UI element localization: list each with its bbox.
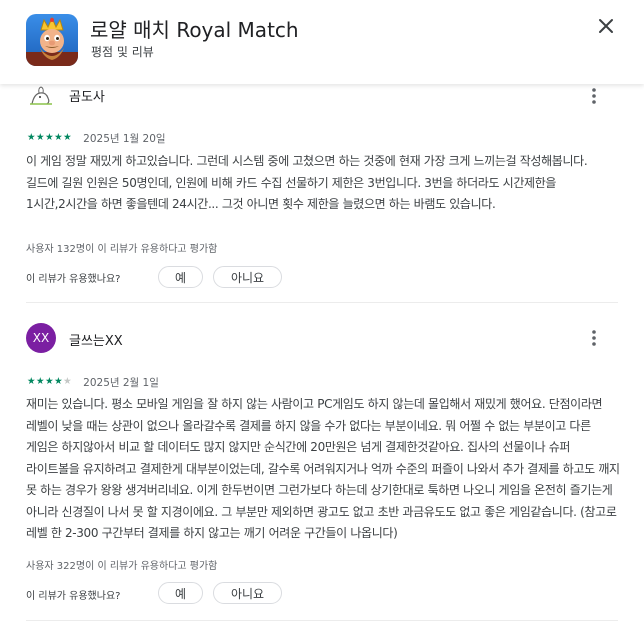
helpful-question: 이 리뷰가 유용했나요? xyxy=(26,274,121,285)
close-button[interactable] xyxy=(590,10,622,42)
helpful-question: 이 리뷰가 유용했나요? xyxy=(26,591,121,602)
more-vert-icon xyxy=(592,330,596,346)
close-icon xyxy=(599,19,613,33)
rating-row: ★ ★ ★ ★ ★ 2025년 2월 1일 xyxy=(27,375,159,389)
helpful-yes-button[interactable]: 예 xyxy=(158,266,203,288)
rating-row: ★ ★ ★ ★ ★ 2025년 1월 20일 xyxy=(27,131,166,145)
review-author: 글쓰는XX xyxy=(69,334,123,349)
helpful-no-button[interactable]: 아니요 xyxy=(213,582,282,604)
star-icon: ★ xyxy=(45,132,54,143)
more-vert-icon xyxy=(592,88,596,104)
divider xyxy=(26,302,618,303)
star-icon: ★ xyxy=(54,132,63,143)
avatar: XX xyxy=(26,323,56,353)
reviews-list[interactable]: 곰도사 ★ ★ ★ ★ ★ 2025년 1월 20일 이 게임 정말 재밌게 하… xyxy=(0,84,644,640)
review-date: 2025년 1월 20일 xyxy=(83,132,166,145)
more-options-button[interactable] xyxy=(584,328,604,348)
star-icon: ★ xyxy=(54,376,63,387)
divider xyxy=(26,620,618,621)
app-title: 로얄 매치 Royal Match xyxy=(90,18,299,42)
more-options-button[interactable] xyxy=(584,86,604,106)
star-empty-icon: ★ xyxy=(63,376,72,387)
star-icon: ★ xyxy=(36,376,45,387)
royal-match-app-icon xyxy=(26,14,78,66)
helpful-count: 사용자 322명이 이 리뷰가 유용하다고 평가함 xyxy=(26,561,218,572)
star-icon: ★ xyxy=(36,132,45,143)
review-author: 곰도사 xyxy=(69,90,105,105)
avatar xyxy=(26,84,56,110)
review-text: 이 게임 정말 재밌게 하고있습니다. 그런데 시스템 중에 고쳤으면 하는 것… xyxy=(26,154,588,211)
review-text: 재미는 있습니다. 평소 모바일 게임을 잘 하지 않는 사람이고 PC게임도 … xyxy=(26,397,620,540)
star-icon: ★ xyxy=(27,376,36,387)
helpful-yes-button[interactable]: 예 xyxy=(158,582,203,604)
star-icon: ★ xyxy=(27,132,36,143)
helpful-no-button[interactable]: 아니요 xyxy=(213,266,282,288)
dialog-header: 로얄 매치 Royal Match 평점 및 리뷰 xyxy=(0,0,644,84)
helpful-count: 사용자 132명이 이 리뷰가 유용하다고 평가함 xyxy=(26,244,218,255)
page-subtitle: 평점 및 리뷰 xyxy=(91,45,154,59)
star-icon: ★ xyxy=(63,132,72,143)
review-date: 2025년 2월 1일 xyxy=(83,376,159,389)
star-icon: ★ xyxy=(45,376,54,387)
